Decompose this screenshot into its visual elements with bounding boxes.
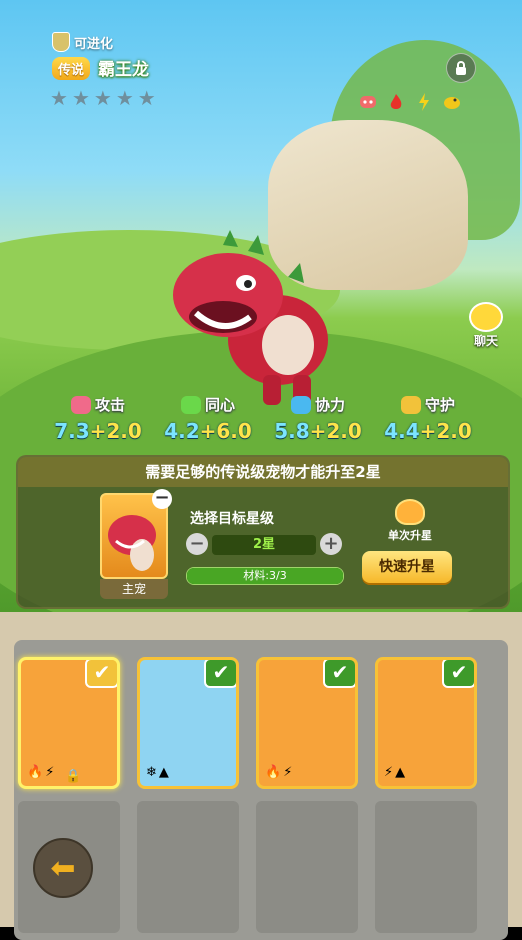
star-icon: ★ [115,86,134,110]
duck-icon [442,92,462,112]
increase-star-button[interactable]: + [320,533,342,555]
tyrannosaurus-model [173,230,328,405]
black-dragon-card[interactable]: ✔ 🔥 ⚡ [256,657,358,789]
star-upgrade-panel: 需要足够的传说级宠物才能升至2星 主宠 − 选择目标星级 − 2星 + 材料:3… [16,455,510,609]
pig-face-icon [358,92,378,112]
lightning-icon [414,92,434,112]
pet-slot: ✔ ❄ ▲ [137,657,239,789]
stat-base: 4.4 [384,419,420,443]
stat-label: 守护 [424,396,455,414]
stat-label: 同心 [204,396,235,414]
element-icons [358,92,462,112]
main-pet-card[interactable]: 主宠 − [100,489,172,601]
single-upgrade-label: 单次升星 [388,529,432,542]
empathy-icon [180,395,201,414]
quick-upgrade-button[interactable]: 快速升星 [362,551,452,583]
star-icon: ★ [50,86,68,110]
stat-bonus: +2.0 [309,419,362,443]
target-star-value: 2星 [212,535,316,555]
stat-base: 7.3 [54,419,90,443]
element-icon: ▲ [395,765,406,780]
pet-slot: ✔ ⚡ ▲ [375,657,477,789]
star-icon: ★ [71,86,90,110]
stat-bonus: +6.0 [199,419,252,443]
empty-pet-slot[interactable] [137,801,239,933]
bear-card[interactable]: ✔ ⚡ ▲ [375,657,477,789]
checkmark-icon: ✔ [323,660,355,688]
pet-element-icons: ❄ ▲ [146,765,169,780]
star-icon: ★ [137,86,156,110]
pet-grid: ✔ 🔥 ⚡ 🔒 ✔ ❄ ▲ ✔ 🔥 ⚡ ✔ ⚡ ▲ [18,657,477,933]
stats-row: 攻击 7.3+2.0 同心 4.2+6.0 协力 5.8+2.0 守护 4.4+… [48,394,478,443]
shield-icon [52,32,70,52]
pet-showcase-scene: 可进化 传说 霸王龙 ★ ★ ★ ★ ★ 聊天 攻击 7.3+2.0 同心 4.2+6.… [0,0,522,612]
checkmark-icon: ✔ [204,660,236,688]
evolvable-indicator: 可进化 [52,32,113,52]
element-icon: ⚡ [384,765,394,780]
stat-label: 攻击 [94,396,125,414]
stat-base: 5.8 [274,419,310,443]
pet-slot: ✔ 🔥 ⚡ 🔒 [18,657,120,789]
stat-base: 4.2 [164,419,200,443]
material-progress-bar: 材料:3/3 [186,567,344,585]
stat-attack: 攻击 7.3+2.0 [48,394,148,443]
chat-label: 聊天 [473,334,498,348]
rabbit-seal-card[interactable]: ✔ ❄ ▲ [137,657,239,789]
element-icon: ▲ [158,765,169,780]
stat-bonus: +2.0 [89,419,142,443]
choose-target-star-label: 选择目标星级 [190,511,274,527]
fire-icon [386,92,406,112]
element-icon: 🔥 [265,765,282,780]
rarity-badge: 传说 [52,57,91,80]
pet-element-icons: 🔥 ⚡ [265,765,292,780]
stat-empathy: 同心 4.2+6.0 [158,394,258,443]
tyrannosaurus-card[interactable]: ✔ 🔥 ⚡ 🔒 [18,657,120,789]
single-upgrade-toggle[interactable]: 单次升星 [380,499,440,543]
pet-slot: ✔ 🔥 ⚡ [256,657,358,789]
lock-icon [456,61,466,75]
lock-button[interactable] [446,53,476,83]
element-icon: ⚡ [45,765,55,780]
checkmark-icon: ✔ [85,660,117,688]
lock-icon: 🔒 [65,769,82,784]
stat-label: 协力 [314,396,345,414]
chat-bubble-icon [469,302,503,332]
star-icon: ★ [93,86,112,110]
chat-button[interactable]: 聊天 [460,302,512,349]
remove-pet-button[interactable]: − [152,489,172,509]
material-progress-text: 材料:3/3 [243,569,287,582]
attack-icon [70,395,91,414]
empty-pet-slot[interactable] [256,801,358,933]
stat-cooperate: 协力 5.8+2.0 [268,394,368,443]
pet-element-icons: 🔥 ⚡ [27,765,54,780]
guard-icon [400,395,421,414]
decrease-star-button[interactable]: − [186,533,208,555]
cooperate-icon [290,395,311,414]
element-icon: ⚡ [283,765,293,780]
evolvable-label: 可进化 [74,36,114,52]
checkmark-icon: ✔ [442,660,474,688]
star-badge-icon [395,499,425,525]
star-rating: ★ ★ ★ ★ ★ [50,88,156,108]
main-pet-tag: 主宠 [100,579,168,599]
empty-pet-slot[interactable] [375,801,477,933]
stat-bonus: +2.0 [419,419,472,443]
target-star-stepper: − 2星 + [186,533,342,557]
element-icon: ❄ [146,765,157,780]
element-icon: 🔥 [27,765,44,780]
pet-name: 霸王龙 [98,60,149,80]
stat-guard: 守护 4.4+2.0 [378,394,478,443]
back-arrow-icon: ⬅ [50,850,76,886]
back-button[interactable]: ⬅ [33,838,93,898]
upgrade-requirement-message: 需要足够的传说级宠物才能升至2星 [18,457,508,487]
pet-element-icons: ⚡ ▲ [384,765,405,780]
